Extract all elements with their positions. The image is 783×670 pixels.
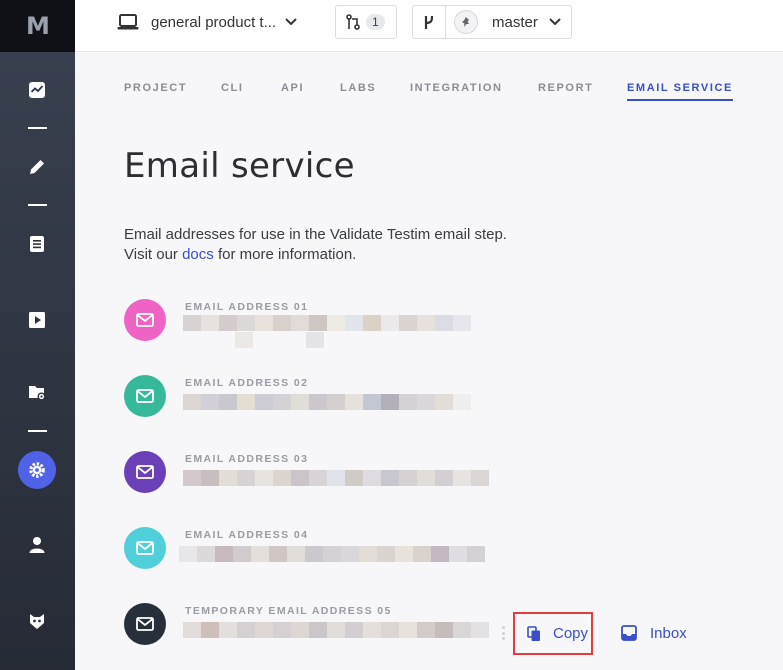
app-logo[interactable]: M — [0, 0, 75, 52]
mascot-icon[interactable] — [18, 602, 56, 640]
play-icon[interactable] — [18, 301, 56, 339]
redacted-email-value[interactable] — [183, 470, 489, 486]
redacted-email-value-wrap — [306, 332, 324, 348]
chevron-down-icon — [285, 18, 297, 26]
inbox-button[interactable]: Inbox — [621, 622, 687, 644]
redacted-email-value[interactable] — [179, 546, 485, 562]
pull-requests-count: 1 — [366, 14, 385, 30]
branch-icon-segment — [413, 6, 446, 38]
redacted-email-value[interactable] — [183, 622, 489, 638]
email-row: EMAIL ADDRESS 01 — [124, 299, 724, 349]
inbox-label: Inbox — [650, 624, 687, 642]
description-line-1: Email addresses for use in the Validate … — [124, 226, 507, 243]
pin-icon[interactable] — [454, 10, 478, 34]
tab-integration[interactable]: INTEGRATION — [410, 82, 503, 99]
more-options-icon[interactable] — [502, 626, 505, 640]
description-suffix: for more information. — [213, 246, 357, 263]
tab-project[interactable]: PROJECT — [124, 82, 187, 99]
tab-labs[interactable]: LABS — [340, 82, 376, 99]
email-label: EMAIL ADDRESS 03 — [185, 453, 309, 465]
project-picker[interactable]: general product t... — [111, 5, 311, 39]
email-label: EMAIL ADDRESS 01 — [185, 301, 309, 313]
gear-icon[interactable] — [18, 451, 56, 489]
description-line-2: Visit our docs for more information. — [124, 245, 507, 265]
redacted-email-value[interactable] — [183, 315, 471, 331]
copy-icon — [527, 625, 540, 641]
redacted-email-value[interactable] — [183, 394, 471, 410]
inbox-icon — [621, 625, 637, 641]
tab-api[interactable]: API — [281, 82, 304, 99]
edit-icon[interactable] — [18, 148, 56, 186]
tab-report[interactable]: REPORT — [538, 82, 593, 99]
email-label: TEMPORARY EMAIL ADDRESS 05 — [185, 605, 392, 617]
mail-icon — [124, 375, 166, 417]
copy-button[interactable]: Copy — [513, 612, 593, 655]
email-row: EMAIL ADDRESS 03 — [124, 451, 724, 501]
sidebar-divider — [28, 430, 47, 432]
logo-text: M — [26, 12, 50, 40]
laptop-icon — [117, 14, 139, 30]
email-label: EMAIL ADDRESS 02 — [185, 377, 309, 389]
topbar: general product t... 1 master — [75, 0, 783, 52]
description-prefix: Visit our — [124, 246, 183, 263]
page-title: Email service — [124, 146, 355, 186]
mail-icon — [124, 299, 166, 341]
email-label: EMAIL ADDRESS 04 — [185, 529, 309, 541]
user-icon[interactable] — [18, 526, 56, 564]
sidebar-divider — [28, 127, 47, 129]
redacted-email-value-wrap — [235, 332, 253, 348]
project-name: general product t... — [151, 13, 277, 31]
email-row: EMAIL ADDRESS 02 — [124, 375, 724, 425]
branch-picker[interactable]: master — [412, 5, 572, 39]
pull-requests-button[interactable]: 1 — [335, 5, 397, 39]
dashboard-icon[interactable] — [18, 71, 56, 109]
branch-name: master — [492, 13, 538, 31]
sidebar: M — [0, 0, 75, 670]
tab-email-service[interactable]: EMAIL SERVICE — [627, 82, 733, 101]
page-description: Email addresses for use in the Validate … — [124, 225, 507, 265]
chevron-down-icon — [549, 18, 561, 26]
list-icon[interactable] — [18, 225, 56, 263]
sidebar-divider — [28, 204, 47, 206]
tab-cli[interactable]: CLI — [221, 82, 244, 99]
copy-label: Copy — [553, 625, 589, 642]
mail-icon — [124, 451, 166, 493]
docs-link[interactable]: docs — [182, 246, 214, 263]
pull-request-icon — [346, 14, 360, 30]
mail-icon — [124, 603, 166, 645]
branch-icon — [424, 15, 434, 29]
mail-icon — [124, 527, 166, 569]
email-row: EMAIL ADDRESS 04 — [124, 527, 724, 577]
folder-settings-icon[interactable] — [18, 373, 56, 411]
